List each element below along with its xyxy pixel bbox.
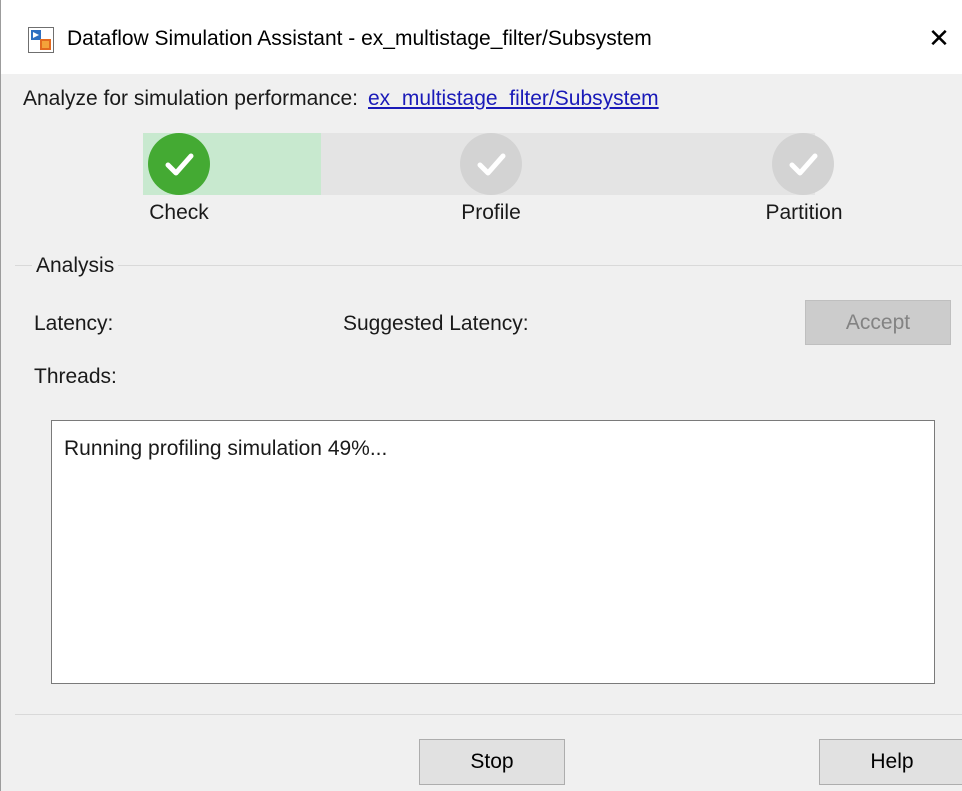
simulink-model-icon [28,27,54,53]
analyze-target-row: Analyze for simulation performance: ex_mu… [23,82,659,116]
step-profile-icon [460,133,522,195]
suggested-latency-label: Suggested Latency: [343,312,529,335]
step-partition-icon [772,133,834,195]
dataflow-simulation-assistant-window: Dataflow Simulation Assistant - ex_multi… [0,0,962,791]
checkmark-icon [789,153,818,176]
step-check-icon [148,133,210,195]
window-title: Dataflow Simulation Assistant - ex_multi… [67,27,652,50]
latency-label: Latency: [34,312,114,335]
step-check-label: Check [149,201,209,224]
stop-button[interactable]: Stop [419,739,565,785]
title-bar: Dataflow Simulation Assistant - ex_multi… [1,0,962,74]
checkmark-icon [165,153,194,176]
analyze-label: Analyze for simulation performance: [23,87,358,110]
step-profile-label: Profile [461,201,521,224]
step-partition-label: Partition [765,201,843,224]
log-text: Running profiling simulation 49%... [64,437,388,460]
accept-button[interactable]: Accept [805,300,951,345]
subsystem-link[interactable]: ex_multistage_filter/Subsystem [368,87,659,110]
help-button[interactable]: Help [819,739,962,785]
close-icon: ✕ [928,23,950,53]
analysis-log-output: Running profiling simulation 49%... [51,420,935,684]
analysis-group-label: Analysis [32,251,119,281]
close-button[interactable]: ✕ [921,20,957,56]
checkmark-icon [477,153,506,176]
threads-label: Threads: [34,365,117,388]
